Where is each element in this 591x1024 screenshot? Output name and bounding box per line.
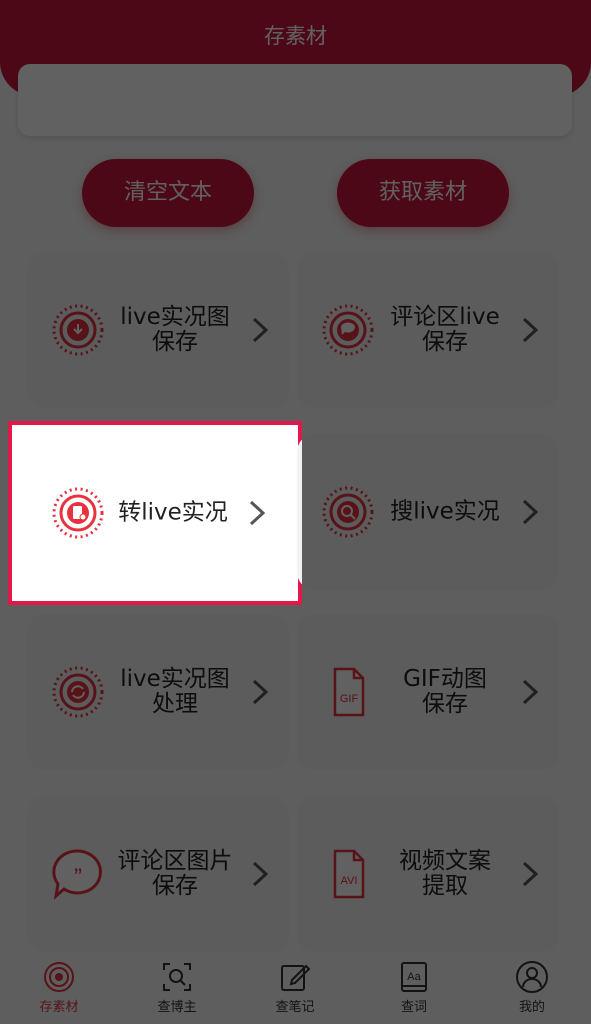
tab-label: 查博主 [157, 1000, 197, 1015]
text-input-panel[interactable] [18, 64, 572, 136]
card-label: live实况图 处理 [120, 666, 230, 717]
card-label: 视频文案 提取 [399, 848, 491, 899]
get-material-button[interactable]: 获取素材 [337, 159, 509, 227]
process-live-icon [52, 666, 104, 718]
avi-file-icon: AVI [333, 849, 365, 899]
avi-badge-text: AVI [341, 875, 358, 887]
card-live-photo-save[interactable]: live实况图 保存 [27, 252, 289, 408]
chevron-right-icon [522, 499, 539, 525]
convert-live-icon [52, 487, 104, 539]
tab-label: 我的 [518, 1000, 545, 1015]
tab-label: 查词 [400, 1000, 427, 1015]
tab-label: 查笔记 [275, 1000, 315, 1015]
chevron-right-icon [522, 861, 539, 887]
edit-icon [281, 964, 311, 991]
comment-live-icon [322, 304, 374, 356]
card-label: live实况图 保存 [120, 304, 230, 355]
card-video-text-extract[interactable]: AVI 视频文案 提取 [297, 796, 559, 952]
chevron-right-icon [252, 861, 269, 887]
target-icon [44, 962, 74, 992]
gif-badge-text: GIF [340, 693, 359, 705]
chevron-right-icon [522, 679, 539, 705]
clear-text-button[interactable]: 清空文本 [82, 159, 254, 227]
tab-check-blogger[interactable]: 查博主 [127, 960, 227, 1020]
card-label: 评论区live 保存 [390, 304, 500, 355]
card-label: 评论区图片 保存 [117, 848, 233, 899]
search-live-icon [322, 486, 374, 538]
tab-check-notes[interactable]: 查笔记 [245, 960, 345, 1020]
tab-store-material[interactable]: 存素材 [9, 960, 109, 1020]
gif-file-icon: GIF [333, 667, 365, 717]
card-gif-save[interactable]: GIF GIF动图 保存 [297, 614, 559, 770]
card-convert-live[interactable]: 转live实况 [8, 421, 302, 605]
tab-label: 存素材 [39, 1000, 79, 1015]
quote-icon: ” [52, 849, 102, 900]
chevron-right-icon [249, 500, 266, 526]
card-label: 转live实况 [118, 499, 228, 526]
card-search-live[interactable]: 搜live实况 [297, 434, 559, 590]
card-comment-live-save[interactable]: 评论区live 保存 [297, 252, 559, 408]
card-comment-image-save[interactable]: ” 评论区图片 保存 [27, 796, 289, 952]
chevron-right-icon [252, 317, 269, 343]
chevron-right-icon [252, 679, 269, 705]
dictionary-icon: Aa [401, 962, 427, 992]
svg-text:”: ” [74, 864, 82, 891]
card-label: GIF动图 保存 [403, 666, 487, 717]
page-title: 存素材 [264, 24, 327, 48]
tab-mine[interactable]: 我的 [482, 960, 582, 1020]
live-photo-icon [52, 304, 104, 356]
scan-search-icon [163, 963, 191, 991]
profile-icon [516, 961, 548, 993]
chevron-right-icon [522, 317, 539, 343]
card-live-photo-process[interactable]: live实况图 处理 [27, 614, 289, 770]
dictionary-icon-text: Aa [407, 971, 421, 983]
tab-check-word[interactable]: Aa 查词 [364, 960, 464, 1020]
card-label: 搜live实况 [390, 498, 500, 525]
